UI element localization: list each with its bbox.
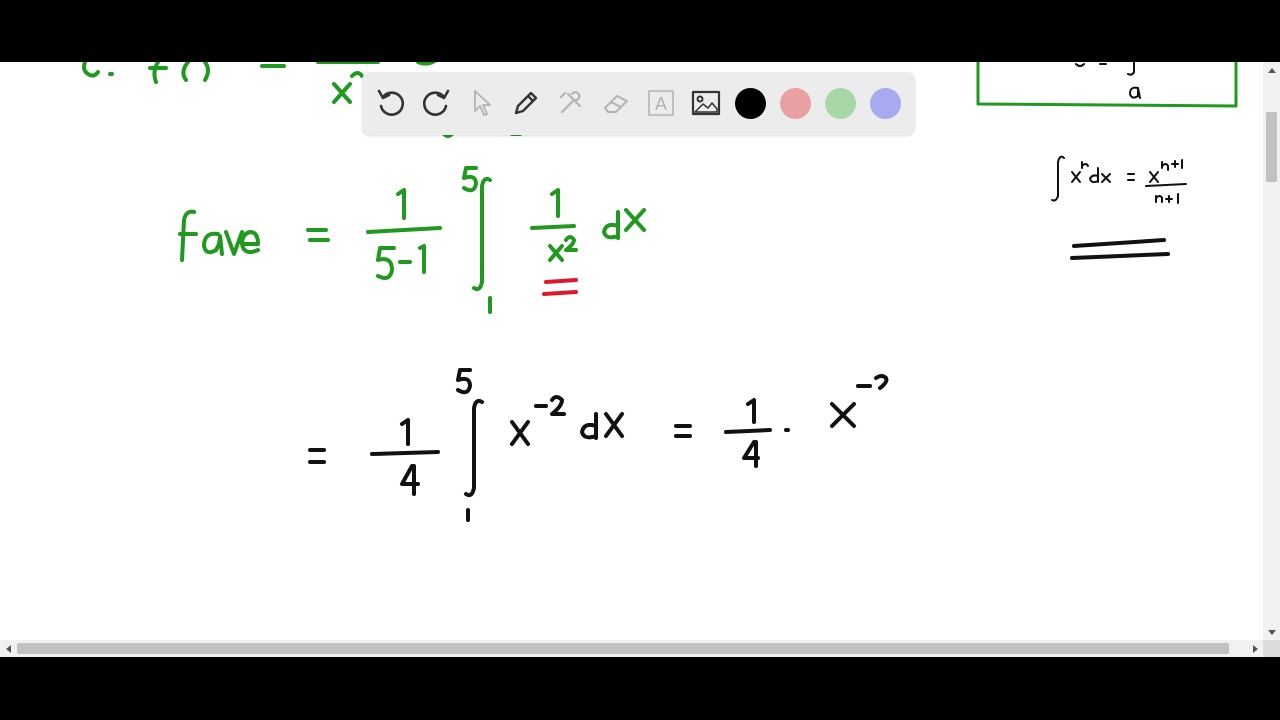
scroll-down-arrow-icon[interactable] — [1263, 624, 1280, 640]
color-blue-swatch[interactable] — [870, 88, 901, 119]
ink-second-line — [308, 368, 889, 522]
tools-icon — [559, 91, 582, 114]
undo-button[interactable] — [372, 84, 410, 122]
ink-reference-box — [976, 62, 1238, 108]
vertical-scroll-thumb[interactable] — [1266, 112, 1277, 182]
handwritten-math — [82, 62, 1238, 522]
select-pointer-button[interactable] — [462, 84, 500, 122]
color-red-swatch[interactable] — [780, 88, 811, 119]
color-black-swatch[interactable] — [735, 88, 766, 119]
insert-image-button[interactable] — [687, 84, 725, 122]
scroll-right-arrow-icon[interactable] — [1247, 640, 1263, 657]
pointer-icon — [474, 90, 491, 116]
horizontal-scroll-thumb[interactable] — [17, 643, 1229, 654]
eraser-icon — [604, 95, 628, 113]
video-letterbox-bottom — [0, 657, 1280, 720]
ink-red-underline — [542, 278, 578, 296]
ink-double-underline-right — [1070, 238, 1170, 260]
color-green-swatch[interactable] — [825, 88, 856, 119]
drawing-toolbar: A — [362, 72, 915, 135]
ink-power-rule-note — [1051, 155, 1187, 204]
video-letterbox-top — [0, 0, 1280, 62]
text-icon: A — [648, 90, 674, 116]
undo-icon — [377, 89, 405, 116]
text-tool-button[interactable]: A — [642, 84, 680, 122]
scrollbar-corner — [1263, 640, 1280, 657]
eraser-tool-button[interactable] — [597, 84, 635, 122]
text-tool-glyph: A — [655, 94, 667, 114]
scroll-left-arrow-icon[interactable] — [0, 640, 16, 657]
scroll-up-arrow-icon[interactable] — [1263, 62, 1280, 78]
redo-icon — [422, 89, 450, 116]
image-icon — [691, 90, 721, 116]
tools-button[interactable] — [552, 84, 590, 122]
redo-button[interactable] — [417, 84, 455, 122]
vertical-scrollbar[interactable] — [1263, 62, 1280, 640]
pen-icon — [514, 91, 538, 115]
pen-tool-button[interactable] — [507, 84, 545, 122]
horizontal-scrollbar[interactable] — [0, 640, 1263, 657]
whiteboard-canvas[interactable] — [0, 62, 1263, 640]
